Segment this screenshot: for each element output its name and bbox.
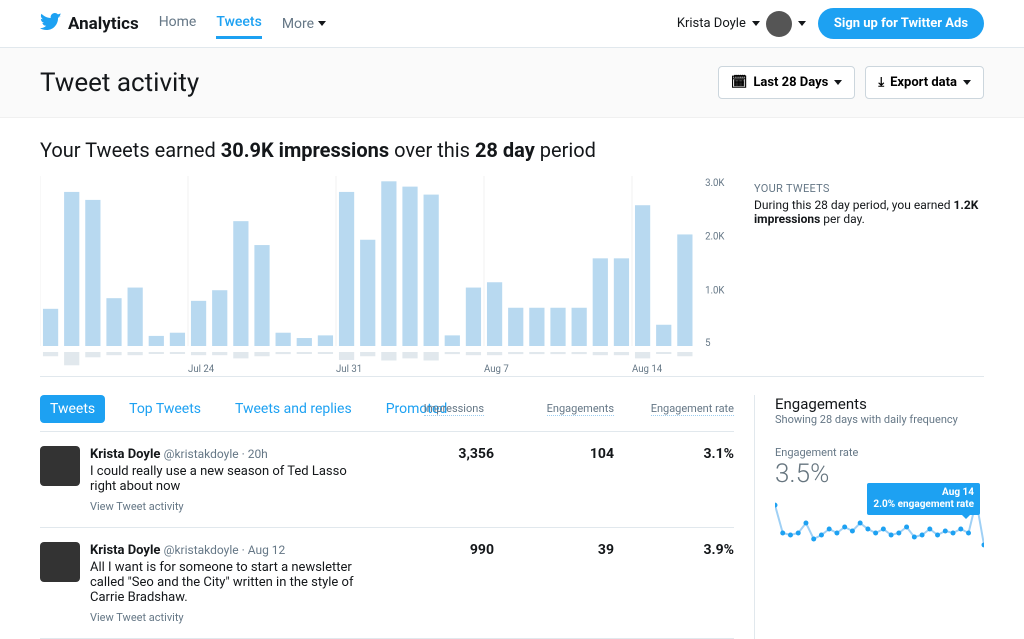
tweet-handle: @kristakdoyle · 20h bbox=[164, 447, 268, 461]
export-data-button[interactable]: ⤓ Export data bbox=[865, 66, 984, 99]
col-engagements: Engagements bbox=[547, 402, 614, 416]
tweet-text: All I want is for someone to start a new… bbox=[90, 560, 374, 605]
tab-top-tweets[interactable]: Top Tweets bbox=[119, 395, 211, 423]
brand-text: Analytics bbox=[68, 14, 139, 34]
engagements-panel: Engagements Showing 28 days with daily f… bbox=[754, 395, 984, 639]
tweet-engagements: 104 bbox=[504, 446, 614, 513]
chevron-down-icon bbox=[752, 21, 760, 26]
svg-text:5: 5 bbox=[705, 338, 711, 349]
tweet-rate: 3.9% bbox=[624, 542, 734, 624]
chevron-down-icon bbox=[963, 80, 971, 85]
twitter-bird-icon bbox=[40, 13, 62, 35]
svg-text:1.0K: 1.0K bbox=[705, 285, 725, 296]
tweet-impressions: 990 bbox=[384, 542, 494, 624]
svg-text:Jul 31: Jul 31 bbox=[336, 364, 362, 375]
chevron-down-icon bbox=[798, 21, 806, 26]
view-activity-link[interactable]: View Tweet activity bbox=[90, 500, 374, 513]
col-engagement-rate: Engagement rate bbox=[651, 402, 734, 416]
download-icon: ⤓ bbox=[878, 75, 884, 90]
impressions-chart: 3.0K 2.0K 1.0K 5 Jul 24 Jul 31 Aug 7 Aug 14 bbox=[40, 176, 734, 376]
nav-more[interactable]: More bbox=[282, 8, 326, 39]
tab-tweets-replies[interactable]: Tweets and replies bbox=[225, 395, 362, 423]
page-title: Tweet activity bbox=[40, 68, 199, 98]
summary-label: YOUR TWEETS bbox=[754, 182, 984, 195]
tweets-tabs: Tweets Top Tweets Tweets and replies Pro… bbox=[40, 395, 734, 432]
tweet-thumbnail bbox=[40, 446, 80, 486]
page-header: Tweet activity 🗓 Last 28 Days ⤓ Export d… bbox=[0, 48, 1024, 118]
engagement-sparkline: Aug 14 2.0% engagement rate bbox=[775, 495, 984, 565]
chevron-down-icon bbox=[834, 80, 842, 85]
nav-home[interactable]: Home bbox=[159, 8, 197, 39]
nav-links: Home Tweets More bbox=[159, 8, 326, 39]
tweet-author: Krista Doyle bbox=[90, 447, 164, 462]
tweets-column: Tweets Top Tweets Tweets and replies Pro… bbox=[40, 395, 734, 639]
svg-text:Aug 7: Aug 7 bbox=[484, 364, 509, 375]
tweet-thumbnail bbox=[40, 542, 80, 582]
svg-text:3.0K: 3.0K bbox=[705, 178, 725, 189]
calendar-icon: 🗓 bbox=[731, 75, 748, 90]
main-content: Your Tweets earned 30.9K impressions ove… bbox=[0, 118, 1024, 639]
chevron-down-icon bbox=[318, 21, 326, 26]
user-menu[interactable]: Krista Doyle bbox=[677, 11, 806, 37]
user-name: Krista Doyle bbox=[677, 16, 746, 31]
tweet-text: I could really use a new season of Ted L… bbox=[90, 464, 374, 494]
svg-text:2.0K: 2.0K bbox=[705, 232, 725, 243]
nav-tweets[interactable]: Tweets bbox=[216, 8, 261, 39]
table-row[interactable]: Krista Doyle @kristakdoyle · Aug 12 All … bbox=[40, 528, 734, 639]
tweet-author: Krista Doyle bbox=[90, 543, 164, 558]
engagements-subtitle: Showing 28 days with daily frequency bbox=[775, 413, 984, 426]
svg-text:Jul 24: Jul 24 bbox=[188, 364, 215, 375]
avatar bbox=[766, 11, 792, 37]
svg-text:Aug 14: Aug 14 bbox=[632, 364, 663, 375]
impressions-headline: Your Tweets earned 30.9K impressions ove… bbox=[40, 138, 984, 162]
tweet-handle: @kristakdoyle · Aug 12 bbox=[164, 543, 286, 557]
chart-summary: YOUR TWEETS During this 28 day period, y… bbox=[754, 176, 984, 376]
view-activity-link[interactable]: View Tweet activity bbox=[90, 611, 374, 624]
col-impressions: Impressions bbox=[424, 402, 484, 416]
tweet-impressions: 3,356 bbox=[384, 446, 494, 513]
top-nav: Analytics Home Tweets More Krista Doyle … bbox=[0, 0, 1024, 48]
table-row[interactable]: Krista Doyle @kristakdoyle · 20h I could… bbox=[40, 432, 734, 528]
brand: Analytics bbox=[40, 13, 139, 35]
signup-ads-button[interactable]: Sign up for Twitter Ads bbox=[818, 8, 984, 39]
tweet-rate: 3.1% bbox=[624, 446, 734, 513]
date-range-button[interactable]: 🗓 Last 28 Days bbox=[718, 66, 856, 99]
engagement-rate-label: Engagement rate bbox=[775, 446, 984, 459]
engagements-title: Engagements bbox=[775, 395, 984, 413]
tab-tweets[interactable]: Tweets bbox=[40, 395, 105, 423]
tweet-engagements: 39 bbox=[504, 542, 614, 624]
sparkline-tooltip: Aug 14 2.0% engagement rate bbox=[867, 483, 980, 515]
